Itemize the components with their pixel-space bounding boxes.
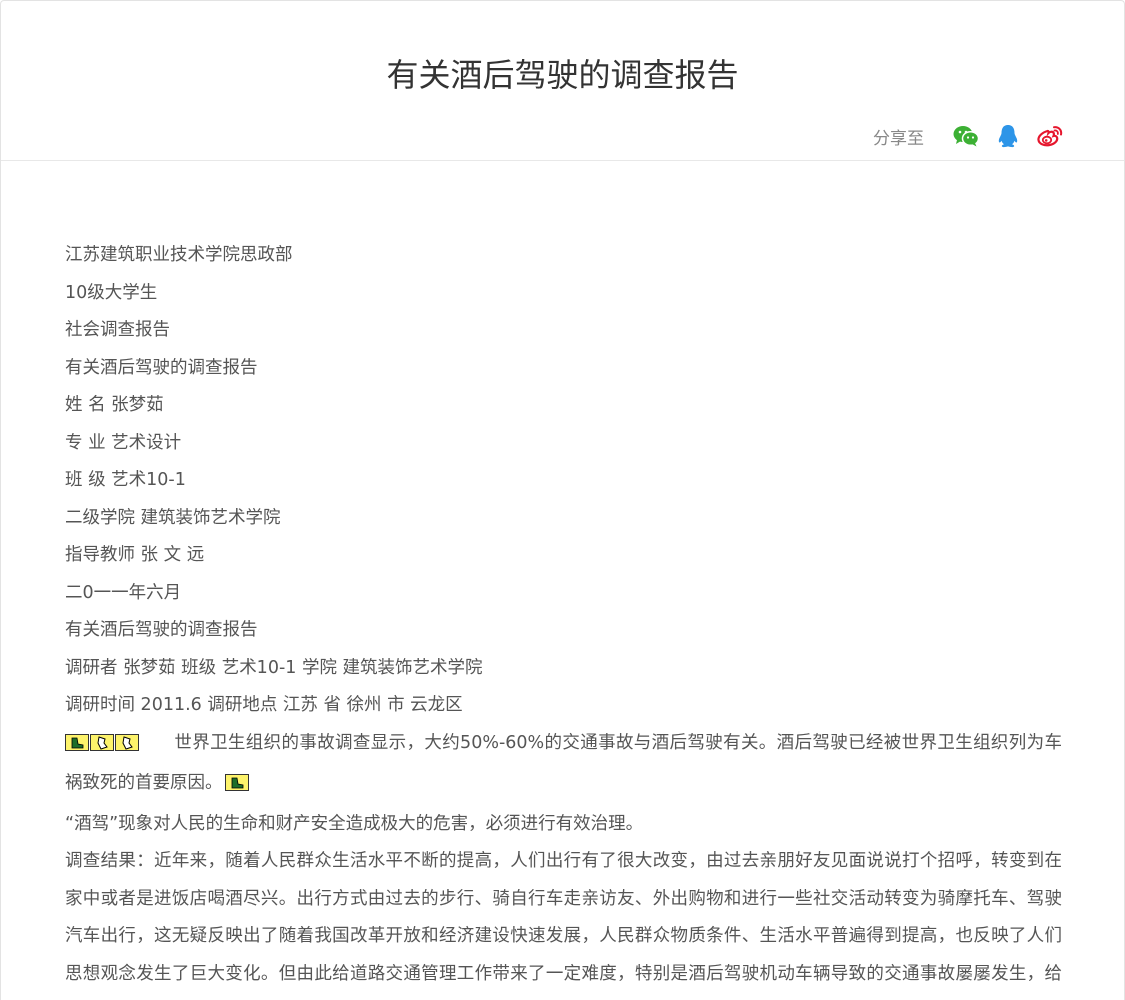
shoe-emoji-icon (90, 733, 114, 751)
share-label: 分享至 (873, 128, 924, 149)
body-line: 有关酒后驾驶的调查报告 (65, 620, 258, 640)
weibo-icon[interactable] (1036, 122, 1064, 150)
paragraph-text: 世界卫生组织的事故调查显示，大约50%-60%的交通事故与酒后驾驶有关。酒后驾驶… (65, 732, 1062, 794)
body-line: 社会调查报告 (65, 320, 170, 340)
body-line: 姓 名 张梦茹 (65, 395, 164, 415)
share-bar: 分享至 (873, 119, 1064, 153)
body-line: 二0一一年六月 (65, 582, 182, 603)
article-page: 有关酒后驾驶的调查报告 分享至 江苏建筑职业技术学院思政部 10级大学生 社会调… (0, 0, 1125, 1000)
body-line: 调研时间 2011.6 调研地点 江苏 省 徐州 市 云龙区 (65, 695, 463, 715)
inline-emoji-group (224, 768, 250, 806)
body-paragraph: “酒驾”现象对人民的生命和财产安全造成极大的危害，必须进行有效治理。 (65, 813, 644, 834)
body-paragraph: 世界卫生组织的事故调查显示，大约50%-60%的交通事故与酒后驾驶有关。酒后驾驶… (65, 725, 1062, 806)
shoe-emoji-icon (65, 733, 89, 751)
shoe-emoji-icon (115, 733, 139, 751)
body-line: 专 业 艺术设计 (65, 432, 182, 453)
body-line: 指导教师 张 文 远 (65, 545, 205, 565)
qq-icon[interactable] (994, 122, 1022, 150)
body-line: 10级大学生 (65, 282, 158, 303)
wechat-icon[interactable] (952, 122, 980, 150)
body-line: 班 级 艺术10-1 (65, 470, 186, 490)
body-line: 江苏建筑职业技术学院思政部 (65, 245, 293, 265)
body-line: 二级学院 建筑装饰艺术学院 (65, 507, 281, 528)
body-line: 调研者 张梦茹 班级 艺术10-1 学院 建筑装饰艺术学院 (65, 657, 483, 678)
body-line: 有关酒后驾驶的调查报告 (65, 357, 258, 378)
shoe-emoji-icon (224, 774, 249, 791)
article-body: 江苏建筑职业技术学院思政部 10级大学生 社会调查报告 有关酒后驾驶的调查报告 … (65, 237, 1062, 1000)
inline-emoji-group (65, 728, 140, 766)
page-title: 有关酒后驾驶的调查报告 (386, 56, 739, 94)
article-header: 有关酒后驾驶的调查报告 分享至 (1, 1, 1124, 161)
body-paragraph: 调查结果：近年来，随着人民群众生活水平不断的提高，人们出行有了很大改变，由过去亲… (65, 851, 1062, 984)
